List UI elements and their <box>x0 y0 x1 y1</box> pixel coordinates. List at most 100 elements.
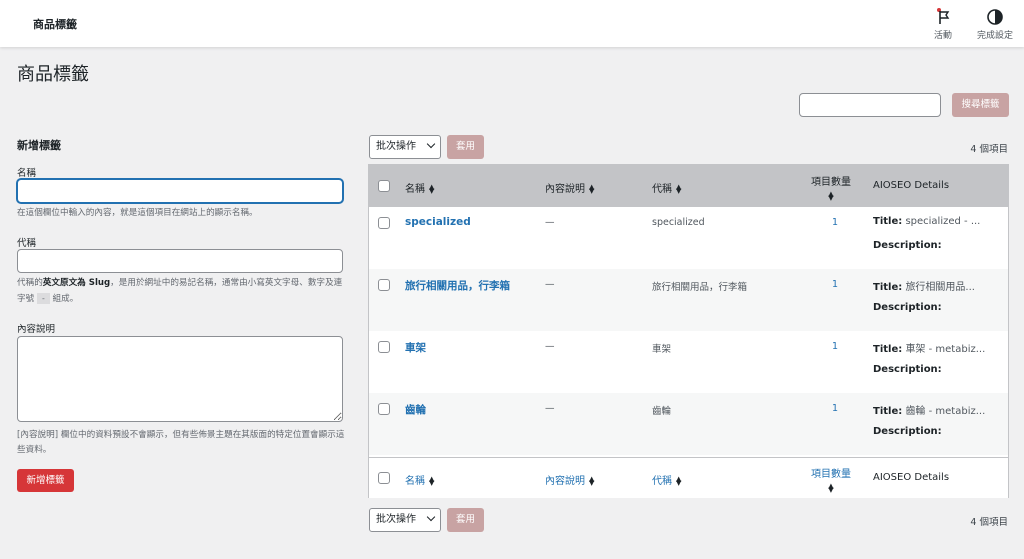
seo-description-label: Description: <box>873 240 942 251</box>
seo-title: Title: 車架 - metabiz... <box>873 340 985 355</box>
row-checkbox[interactable] <box>378 403 390 415</box>
seo-description: Description: <box>873 302 942 313</box>
slug-hint-bold: 英文原文為 Slug <box>42 278 111 288</box>
footer-column-description[interactable]: 內容說明 ▲ ▼ <box>545 472 595 488</box>
seo-description-label: Description: <box>873 364 942 375</box>
seo-title-label: Title: <box>873 406 903 417</box>
item-count-bottom: 4 個項目 <box>970 517 1008 528</box>
column-name[interactable]: 名稱 ▲ ▼ <box>405 180 435 196</box>
slug-hint-text-1: 代稱的 <box>17 278 43 288</box>
description-label: 內容說明 <box>17 324 56 335</box>
add-tag-button[interactable]: 新增標籤 <box>17 469 74 492</box>
tag-name-link[interactable]: specialized <box>405 216 471 228</box>
bulk-actions-select-top[interactable]: 批次操作 <box>369 135 441 159</box>
apply-button-top[interactable]: 套用 <box>447 135 484 159</box>
select-all-checkbox[interactable] <box>378 180 390 192</box>
half-circle-icon <box>984 8 1006 26</box>
tag-description: — <box>545 217 555 228</box>
setup-label: 完成設定 <box>976 31 1013 41</box>
slug-hint-text-3: 組成。 <box>52 294 79 304</box>
footer-column-count[interactable]: 項目數量 ▲ ▼ <box>811 465 851 494</box>
seo-title: Title: specialized - ... <box>873 216 980 227</box>
tag-slug: 旅行相關用品，行李箱 <box>652 282 748 293</box>
seo-title-value: specialized - ... <box>905 216 981 227</box>
tag-slug: specialized <box>652 217 705 228</box>
footer-column-count-label: 項目數量 <box>811 469 851 480</box>
chevron-down-icon <box>426 139 436 149</box>
seo-title-value: 旅行相關用品... <box>905 282 975 293</box>
sort-icon: ▲ ▼ <box>589 475 595 487</box>
bulk-actions-select-bottom[interactable]: 批次操作 <box>369 508 441 532</box>
seo-title-label: Title: <box>873 216 903 227</box>
slug-hint-code: - <box>36 293 50 304</box>
seo-description-label: Description: <box>873 302 942 313</box>
activity-label: 活動 <box>933 31 952 41</box>
footer-column-slug-label: 代稱 <box>652 476 672 487</box>
seo-title: Title: 旅行相關用品... <box>873 278 975 293</box>
footer-column-description-label: 內容說明 <box>545 476 585 487</box>
table-row: 齒輪 — 齒輪 1 Title: 齒輪 - metabiz... Descrip… <box>369 393 1008 455</box>
tag-name-link[interactable]: 旅行相關用品，行李箱 <box>405 278 510 293</box>
tag-description: — <box>545 279 555 290</box>
tag-count-link[interactable]: 1 <box>832 403 838 414</box>
chevron-down-icon <box>426 512 436 522</box>
column-description-label: 內容說明 <box>545 184 585 195</box>
description-hint: [內容說明] 欄位中的資料預設不會顯示，但有些佈景主題在其版面的特定位置會顯示這… <box>17 430 345 455</box>
seo-description: Description: <box>873 240 942 251</box>
footer-column-slug[interactable]: 代稱 ▲ ▼ <box>652 472 682 488</box>
table-row: 車架 — 車架 1 Title: 車架 - metabiz... Descrip… <box>369 331 1008 393</box>
tag-description: — <box>545 341 555 352</box>
column-description[interactable]: 內容說明 ▲ ▼ <box>545 180 595 196</box>
sort-icon: ▲ ▼ <box>429 183 435 195</box>
setup-button[interactable]: 完成設定 <box>972 8 1018 41</box>
seo-title-label: Title: <box>873 344 903 355</box>
tag-count-link[interactable]: 1 <box>832 217 838 228</box>
search-input[interactable] <box>799 93 941 117</box>
add-tag-heading: 新增標籤 <box>17 139 61 152</box>
name-field[interactable] <box>17 179 343 203</box>
column-name-label: 名稱 <box>405 184 425 195</box>
column-slug[interactable]: 代稱 ▲ ▼ <box>652 180 682 196</box>
table-header: 名稱 ▲ ▼ 內容說明 ▲ ▼ 代稱 ▲ ▼ 項目數量 ▲ ▼ AIOSEO Details <box>369 165 1008 207</box>
tag-description: — <box>545 403 555 414</box>
column-slug-label: 代稱 <box>652 184 672 195</box>
apply-button-bottom[interactable]: 套用 <box>447 508 484 532</box>
tag-name-link[interactable]: 車架 <box>405 340 426 355</box>
tag-slug: 齒輪 <box>652 406 672 417</box>
tag-count-link[interactable]: 1 <box>832 341 838 352</box>
description-textarea[interactable] <box>17 336 343 422</box>
seo-title-value: 齒輪 - metabiz... <box>905 406 986 417</box>
item-count-top: 4 個項目 <box>970 144 1008 155</box>
name-label: 名稱 <box>17 168 37 179</box>
sort-icon: ▲ ▼ <box>676 183 682 195</box>
footer-column-name[interactable]: 名稱 ▲ ▼ <box>405 472 435 488</box>
footer-column-seo: AIOSEO Details <box>873 472 950 483</box>
flag-icon <box>932 8 954 26</box>
sort-icon: ▲ ▼ <box>828 482 834 494</box>
table-row: 旅行相關用品，行李箱 — 旅行相關用品，行李箱 1 Title: 旅行相關用品.… <box>369 269 1008 331</box>
slug-hint: 代稱的英文原文為 Slug，是用於網址中的易記名稱，通常由小寫英文字母、數字及連… <box>17 276 347 307</box>
activity-button[interactable]: 活動 <box>929 8 957 41</box>
sort-icon: ▲ ▼ <box>589 183 595 195</box>
tag-name-link[interactable]: 齒輪 <box>405 402 426 417</box>
topbar-title: 商品標籤 <box>33 18 77 31</box>
tag-count-link[interactable]: 1 <box>832 279 838 290</box>
page-title: 商品標籤 <box>17 64 89 85</box>
table-row: specialized — specialized 1 Title: speci… <box>369 207 1008 269</box>
row-checkbox[interactable] <box>378 341 390 353</box>
table-footer: 名稱 ▲ ▼ 內容說明 ▲ ▼ 代稱 ▲ ▼ 項目數量 ▲ ▼ AIOSEO Details <box>369 457 1008 498</box>
column-count[interactable]: 項目數量 ▲ ▼ <box>811 173 851 202</box>
sort-icon: ▲ ▼ <box>676 475 682 487</box>
sort-icon: ▲ ▼ <box>828 190 834 202</box>
row-checkbox[interactable] <box>378 217 390 229</box>
tags-table: 名稱 ▲ ▼ 內容說明 ▲ ▼ 代稱 ▲ ▼ 項目數量 ▲ ▼ AIOSEO Details s… <box>368 164 1009 498</box>
tag-slug: 車架 <box>652 344 672 355</box>
row-checkbox[interactable] <box>378 279 390 291</box>
search-tags-button[interactable]: 搜尋標籤 <box>952 93 1009 117</box>
select-all-checkbox-footer[interactable] <box>378 472 390 484</box>
name-hint: 在這個欄位中輸入的內容，就是這個項目在網站上的顯示名稱。 <box>17 208 258 218</box>
slug-field[interactable] <box>17 249 343 273</box>
sort-icon: ▲ ▼ <box>429 475 435 487</box>
column-seo: AIOSEO Details <box>873 180 950 191</box>
seo-title-value: 車架 - metabiz... <box>905 344 986 355</box>
